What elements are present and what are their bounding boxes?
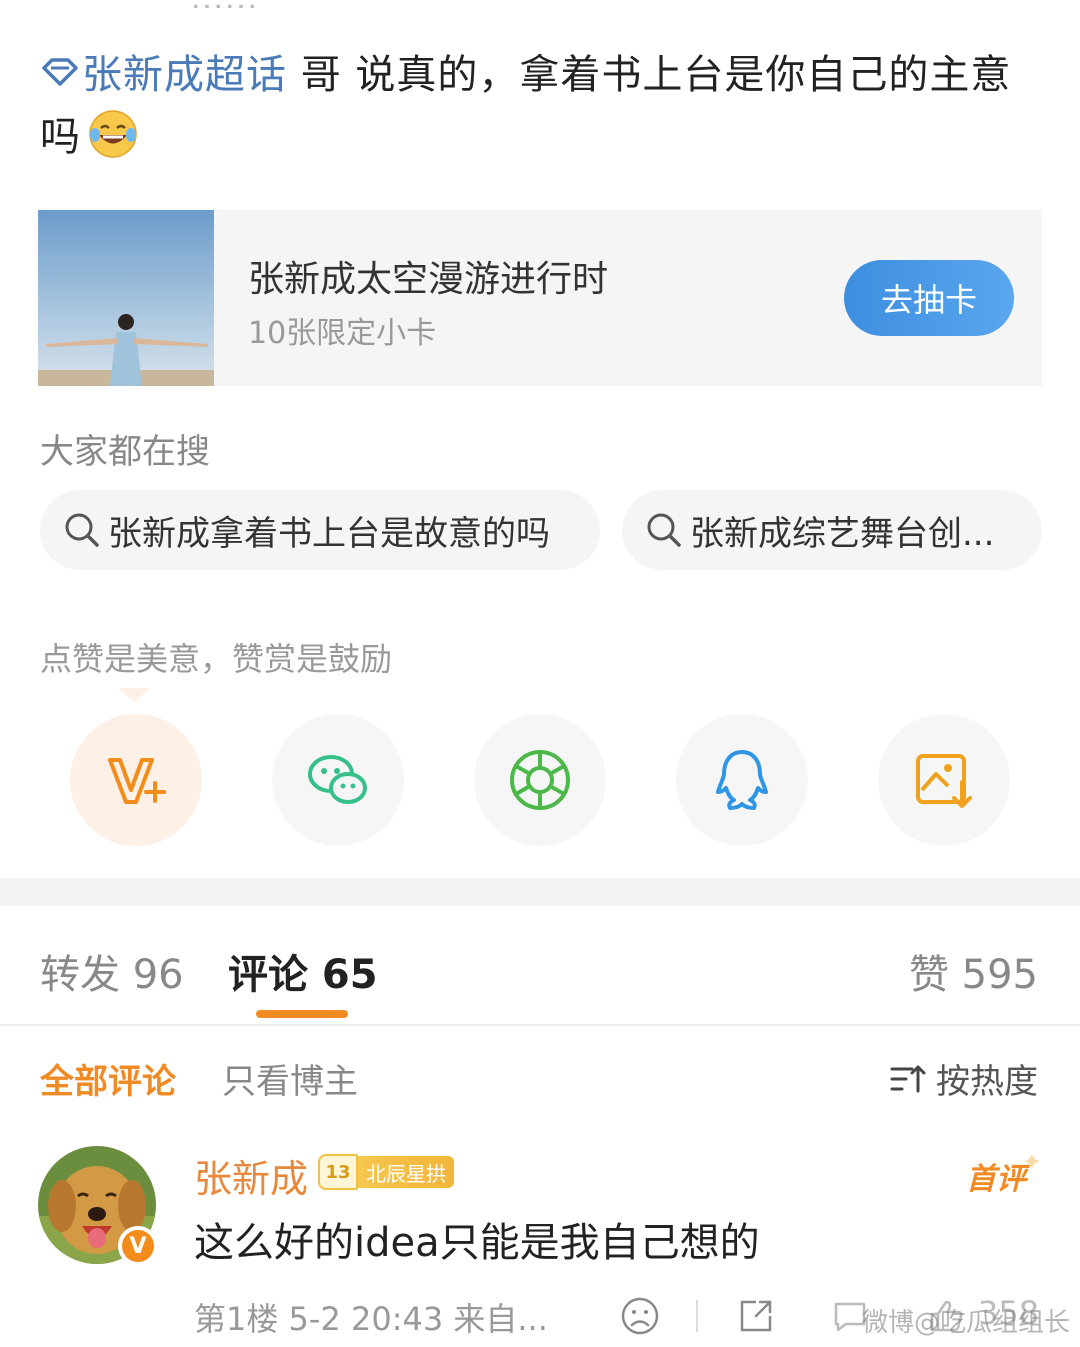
lottery-card[interactable]: 张新成太空漫游进行时 10张限定小卡 去抽卡 [38, 210, 1042, 386]
topic-label: 张新成超话 [82, 52, 287, 98]
tab-repost[interactable]: 转发 96 [40, 942, 184, 1000]
topic-link[interactable]: 张新成超话 [40, 52, 287, 98]
dislike-icon[interactable] [620, 1296, 660, 1336]
diamond-icon [42, 58, 78, 86]
save-image-button[interactable] [878, 714, 1010, 846]
wechat-icon [308, 755, 367, 804]
tab-comment[interactable]: 评论 65 [228, 942, 378, 1000]
reward-button[interactable] [70, 714, 202, 846]
comment-text: 这么好的idea只能是我自己想的 [194, 1220, 760, 1266]
card-title: 张新成太空漫游进行时 [248, 259, 609, 300]
share-moments-button[interactable] [474, 714, 606, 846]
sort-label: 按热度 [936, 1062, 1038, 1102]
commenter-name[interactable]: 张新成 [194, 1148, 308, 1203]
moments-icon [510, 750, 570, 810]
sort-icon [890, 1065, 926, 1092]
tab-like[interactable]: 赞 595 [909, 942, 1038, 1000]
fan-group-name: 北辰星拱 [358, 1156, 454, 1188]
trending-search-title: 大家都在搜 [40, 432, 210, 472]
fan-group-badge[interactable]: 13 北辰星拱 [318, 1154, 454, 1190]
filter-author-only[interactable]: 只看博主 [222, 1054, 358, 1103]
card-thumbnail-image [38, 210, 214, 386]
qq-icon [716, 750, 768, 810]
search-suggestion-label: 张新成拿着书上台是故意的吗 [108, 513, 550, 554]
verified-badge: V [118, 1226, 158, 1266]
cut-off-top-text: …… [190, 0, 370, 8]
section-divider [0, 878, 1080, 906]
meta-separator [696, 1300, 698, 1332]
reward-hint: 点赞是美意，赞赏是鼓励 [40, 640, 393, 678]
post-text: 张新成超话 哥 说真的，拿着书上台是你自己的主意吗 [40, 44, 1040, 168]
search-suggestion-label: 张新成综艺舞台创... [690, 513, 995, 554]
share-wechat-button[interactable] [272, 714, 404, 846]
sort-by-hot-button[interactable]: 按热度 [890, 1054, 1038, 1103]
draw-card-button[interactable]: 去抽卡 [844, 260, 1014, 336]
search-suggestion-1[interactable]: 张新成拿着书上台是故意的吗 [40, 490, 600, 570]
card-subtitle: 10张限定小卡 [248, 316, 437, 351]
share-icon[interactable] [736, 1296, 776, 1336]
fan-level: 13 [318, 1154, 358, 1190]
tab-bar-border [0, 1024, 1080, 1026]
comment-meta: 第1楼 5-2 20:43 来自... [194, 1300, 548, 1338]
laughing-tears-emoji-icon [89, 110, 137, 158]
save-image-icon [916, 754, 972, 808]
filter-all-comments[interactable]: 全部评论 [40, 1054, 176, 1103]
first-comment-label: 首评 [966, 1162, 1026, 1197]
reward-pointer [118, 688, 150, 702]
watermark: 微博@吃瓜组组长 [861, 1308, 1070, 1338]
search-suggestion-2[interactable]: 张新成综艺舞台创... [622, 490, 1042, 570]
active-tab-indicator [256, 1010, 348, 1018]
search-icon [65, 513, 99, 547]
share-qq-button[interactable] [676, 714, 808, 846]
v-plus-icon [108, 758, 166, 804]
search-icon [647, 513, 681, 547]
